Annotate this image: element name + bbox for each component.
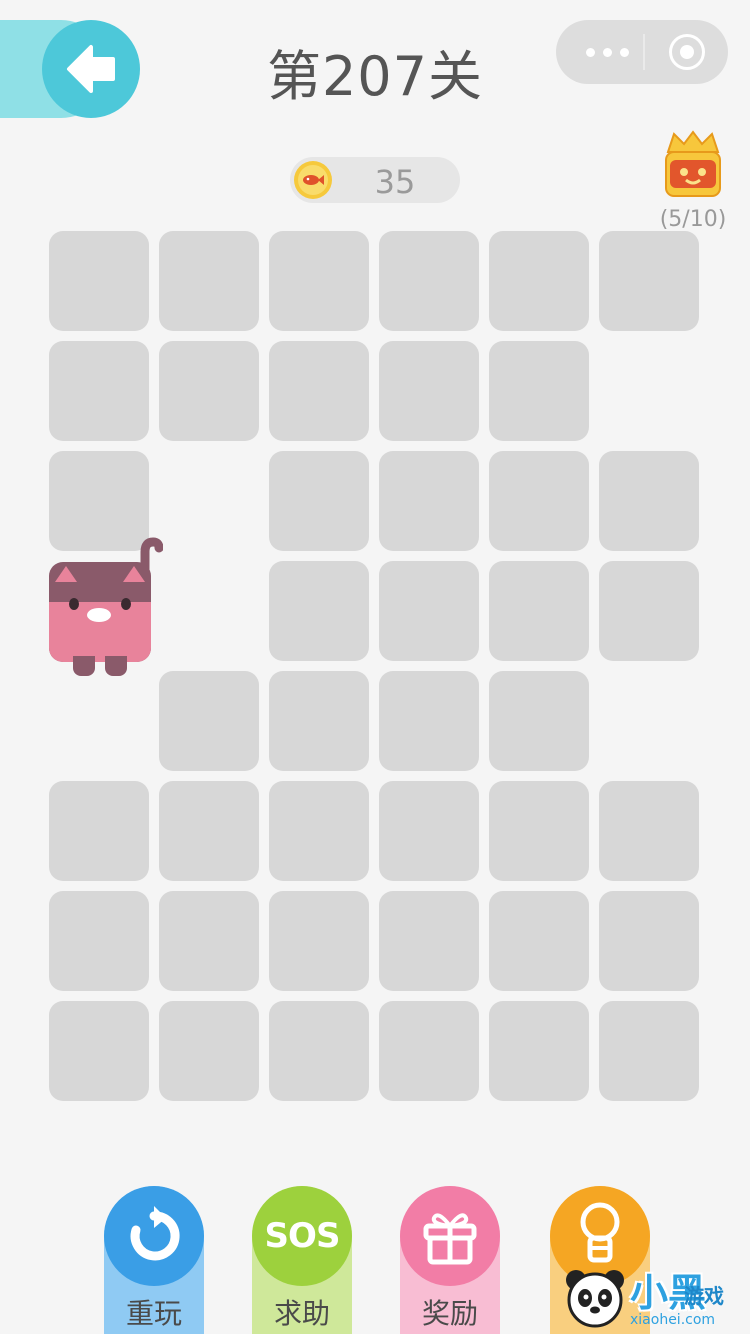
cat-player[interactable]: [49, 536, 163, 678]
board-tile-r4-c2[interactable]: [269, 671, 369, 771]
gift-icon: [423, 1213, 477, 1265]
watermark-brand-sub: 游戏: [684, 1284, 724, 1308]
board-tile-r3-c2[interactable]: [269, 561, 369, 661]
board-tile-r6-c3[interactable]: [379, 891, 479, 991]
board-tile-r4-c3[interactable]: [379, 671, 479, 771]
board-tile-r0-c1[interactable]: [159, 231, 259, 331]
board-tile-r6-c2[interactable]: [269, 891, 369, 991]
cat-eye-right: [121, 598, 131, 610]
board-tile-r3-c3[interactable]: [379, 561, 479, 661]
board-tile-r6-c4[interactable]: [489, 891, 589, 991]
board-tile-r7-c2[interactable]: [269, 1001, 369, 1101]
replay-button[interactable]: 重玩: [104, 1186, 204, 1334]
board-tile-r7-c3[interactable]: [379, 1001, 479, 1101]
board-tile-r5-c5[interactable]: [599, 781, 699, 881]
board-tile-r7-c5[interactable]: [599, 1001, 699, 1101]
board-tile-r2-c3[interactable]: [379, 451, 479, 551]
board-tile-r0-c0[interactable]: [49, 231, 149, 331]
board-tile-r0-c2[interactable]: [269, 231, 369, 331]
mini-program-capsule: [556, 20, 728, 84]
board-tile-r3-c4[interactable]: [489, 561, 589, 661]
board-tile-r2-c4[interactable]: [489, 451, 589, 551]
board-tile-r1-c3[interactable]: [379, 341, 479, 441]
coin-counter: 35: [290, 157, 460, 203]
panda-logo-icon: [566, 1270, 624, 1328]
sos-button[interactable]: SOS 求助: [252, 1186, 352, 1334]
cat-mouth: [87, 608, 111, 622]
board-tile-r2-c2[interactable]: [269, 451, 369, 551]
board-tile-r5-c3[interactable]: [379, 781, 479, 881]
fish-coin-icon: [294, 161, 332, 199]
replay-icon: [130, 1206, 180, 1261]
board-tile-r1-c2[interactable]: [269, 341, 369, 441]
sos-text: SOS: [264, 1216, 341, 1256]
board-tile-r5-c2[interactable]: [269, 781, 369, 881]
watermark: 小黑 游戏 xiaohei.com: [556, 1262, 750, 1334]
target-close-icon[interactable]: [669, 34, 705, 70]
capsule-divider: [643, 34, 645, 70]
board-tile-r0-c4[interactable]: [489, 231, 589, 331]
board-tile-r6-c0[interactable]: [49, 891, 149, 991]
board-tile-r5-c0[interactable]: [49, 781, 149, 881]
board-tile-r7-c1[interactable]: [159, 1001, 259, 1101]
cat-leg-right: [105, 656, 127, 676]
coin-value: 35: [374, 163, 416, 201]
board-tile-r5-c4[interactable]: [489, 781, 589, 881]
board-tile-r1-c1[interactable]: [159, 341, 259, 441]
board-tile-r1-c0[interactable]: [49, 341, 149, 441]
board-tile-r0-c5[interactable]: [599, 231, 699, 331]
board-tile-r7-c4[interactable]: [489, 1001, 589, 1101]
board-tile-r1-c4[interactable]: [489, 341, 589, 441]
board-tile-r7-c0[interactable]: [49, 1001, 149, 1101]
reward-label: 奖励: [421, 1297, 478, 1330]
watermark-url: xiaohei.com: [630, 1312, 716, 1328]
cat-leg-left: [73, 656, 95, 676]
cat-ear-left: [55, 566, 77, 582]
board-tile-r3-c5[interactable]: [599, 561, 699, 661]
board-tile-r2-c5[interactable]: [599, 451, 699, 551]
cat-ear-right: [123, 566, 145, 582]
lightbulb-icon: [580, 1202, 620, 1263]
chest-progress: (5/10): [659, 207, 727, 232]
reward-button[interactable]: 奖励: [400, 1186, 500, 1334]
board-tile-r6-c1[interactable]: [159, 891, 259, 991]
replay-label: 重玩: [125, 1297, 182, 1330]
board-tile-r4-c1[interactable]: [159, 671, 259, 771]
board-tile-r5-c1[interactable]: [159, 781, 259, 881]
board-tile-r6-c5[interactable]: [599, 891, 699, 991]
cat-eye-left: [69, 598, 79, 610]
board-tile-r4-c4[interactable]: [489, 671, 589, 771]
treasure-chest-icon[interactable]: [660, 130, 726, 202]
board-tile-r0-c3[interactable]: [379, 231, 479, 331]
more-dots-icon[interactable]: [578, 37, 638, 67]
sos-label: 求助: [273, 1297, 330, 1330]
